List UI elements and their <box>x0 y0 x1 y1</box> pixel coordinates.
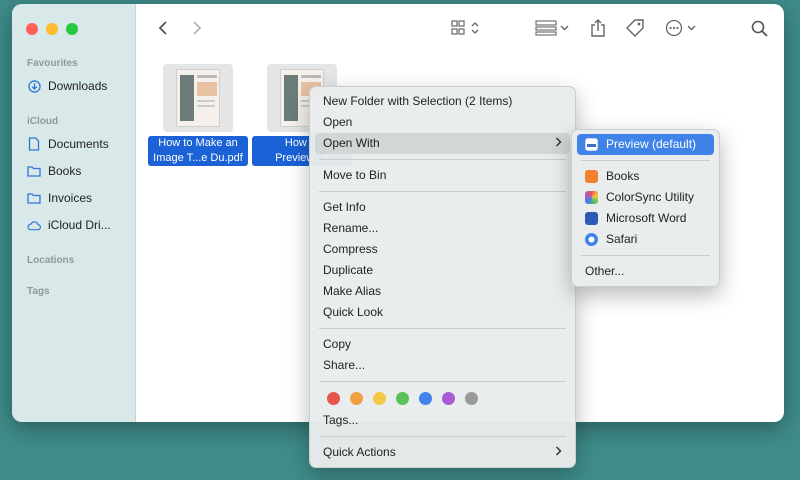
sidebar-item-documents[interactable]: Documents <box>27 134 133 154</box>
menu-separator <box>319 159 566 160</box>
traffic-lights <box>26 23 78 35</box>
submenu-item-preview[interactable]: Preview (default) <box>577 134 714 155</box>
menu-item-make-alias[interactable]: Make Alias <box>315 281 570 302</box>
tag-icon <box>626 19 644 37</box>
menu-item-get-info[interactable]: Get Info <box>315 197 570 218</box>
share-button[interactable] <box>589 18 607 38</box>
chevron-left-icon <box>158 21 167 35</box>
tag-color-dot[interactable] <box>396 392 409 405</box>
folder-icon <box>27 191 41 205</box>
sidebar-item-downloads[interactable]: Downloads <box>27 76 133 96</box>
chevron-right-icon <box>555 442 562 463</box>
menu-separator <box>581 255 710 256</box>
menu-item-open[interactable]: Open <box>315 112 570 133</box>
word-app-icon <box>585 212 598 225</box>
close-button[interactable] <box>26 23 38 35</box>
menu-item-quick-actions[interactable]: Quick Actions <box>315 442 570 463</box>
grid-view-icon <box>451 20 479 35</box>
tag-color-dot[interactable] <box>442 392 455 405</box>
sidebar-item-icloud-drive[interactable]: iCloud Dri... <box>27 215 133 235</box>
section-icloud: iCloud <box>27 116 59 127</box>
maximize-button[interactable] <box>66 23 78 35</box>
group-button[interactable] <box>534 18 572 38</box>
document-icon <box>27 137 41 151</box>
submenu-item-colorsync[interactable]: ColorSync Utility <box>577 187 714 208</box>
menu-separator <box>319 191 566 192</box>
tag-color-dot[interactable] <box>327 392 340 405</box>
submenu-item-other[interactable]: Other... <box>577 261 714 282</box>
file-name: How to Make an Image T...e Du.pdf <box>148 136 248 166</box>
section-favourites: Favourites <box>27 58 78 69</box>
menu-item-quick-look[interactable]: Quick Look <box>315 302 570 323</box>
submenu-item-books[interactable]: Books <box>577 166 714 187</box>
sidebar-item-label: Downloads <box>48 79 108 93</box>
colorsync-app-icon <box>585 191 598 204</box>
menu-separator <box>319 436 566 437</box>
sidebar-item-label: iCloud Dri... <box>48 218 111 232</box>
sidebar-item-label: Invoices <box>48 191 93 205</box>
preview-app-icon <box>585 138 598 151</box>
minimize-button[interactable] <box>46 23 58 35</box>
tag-color-dot[interactable] <box>350 392 363 405</box>
menu-item-copy[interactable]: Copy <box>315 334 570 355</box>
chevron-right-icon <box>193 21 202 35</box>
file-thumbnail <box>163 64 233 132</box>
tag-color-row <box>315 387 570 410</box>
tag-button[interactable] <box>624 18 646 38</box>
menu-item-duplicate[interactable]: Duplicate <box>315 260 570 281</box>
menu-separator <box>319 381 566 382</box>
menu-separator <box>319 328 566 329</box>
menu-item-move-to-bin[interactable]: Move to Bin <box>315 165 570 186</box>
sidebar-item-books[interactable]: Books <box>27 161 133 181</box>
safari-app-icon <box>585 233 598 246</box>
menu-separator <box>581 160 710 161</box>
context-menu: New Folder with Selection (2 Items) Open… <box>309 86 576 468</box>
chevron-right-icon <box>555 133 562 154</box>
ellipsis-circle-icon <box>665 19 696 37</box>
group-icon <box>535 20 569 36</box>
file-item[interactable]: How to Make an Image T...e Du.pdf <box>146 64 250 166</box>
sidebar: Favourites Downloads iCloud Documents Bo… <box>12 4 136 422</box>
more-actions-button[interactable] <box>664 18 700 38</box>
menu-item-tags[interactable]: Tags... <box>315 410 570 431</box>
submenu-item-safari[interactable]: Safari <box>577 229 714 250</box>
books-app-icon <box>585 170 598 183</box>
folder-icon <box>27 164 41 178</box>
back-button[interactable] <box>154 18 172 38</box>
tag-color-dot[interactable] <box>373 392 386 405</box>
view-mode-button[interactable] <box>450 18 484 38</box>
section-tags: Tags <box>27 286 50 297</box>
tag-color-dot[interactable] <box>419 392 432 405</box>
menu-item-compress[interactable]: Compress <box>315 239 570 260</box>
menu-item-rename[interactable]: Rename... <box>315 218 570 239</box>
submenu-item-word[interactable]: Microsoft Word <box>577 208 714 229</box>
forward-button[interactable] <box>188 18 206 38</box>
menu-item-open-with[interactable]: Open With <box>315 133 570 154</box>
open-with-submenu: Preview (default) Books ColorSync Utilit… <box>571 129 720 287</box>
search-button[interactable] <box>749 18 769 38</box>
share-icon <box>591 19 605 37</box>
sidebar-item-label: Books <box>48 164 82 178</box>
section-locations: Locations <box>27 255 75 266</box>
cloud-icon <box>27 218 41 232</box>
search-icon <box>751 20 768 37</box>
download-circle-icon <box>27 79 41 93</box>
menu-item-share[interactable]: Share... <box>315 355 570 376</box>
sidebar-item-invoices[interactable]: Invoices <box>27 188 133 208</box>
sidebar-item-label: Documents <box>48 137 109 151</box>
tag-color-dot[interactable] <box>465 392 478 405</box>
menu-item-new-folder[interactable]: New Folder with Selection (2 Items) <box>315 91 570 112</box>
